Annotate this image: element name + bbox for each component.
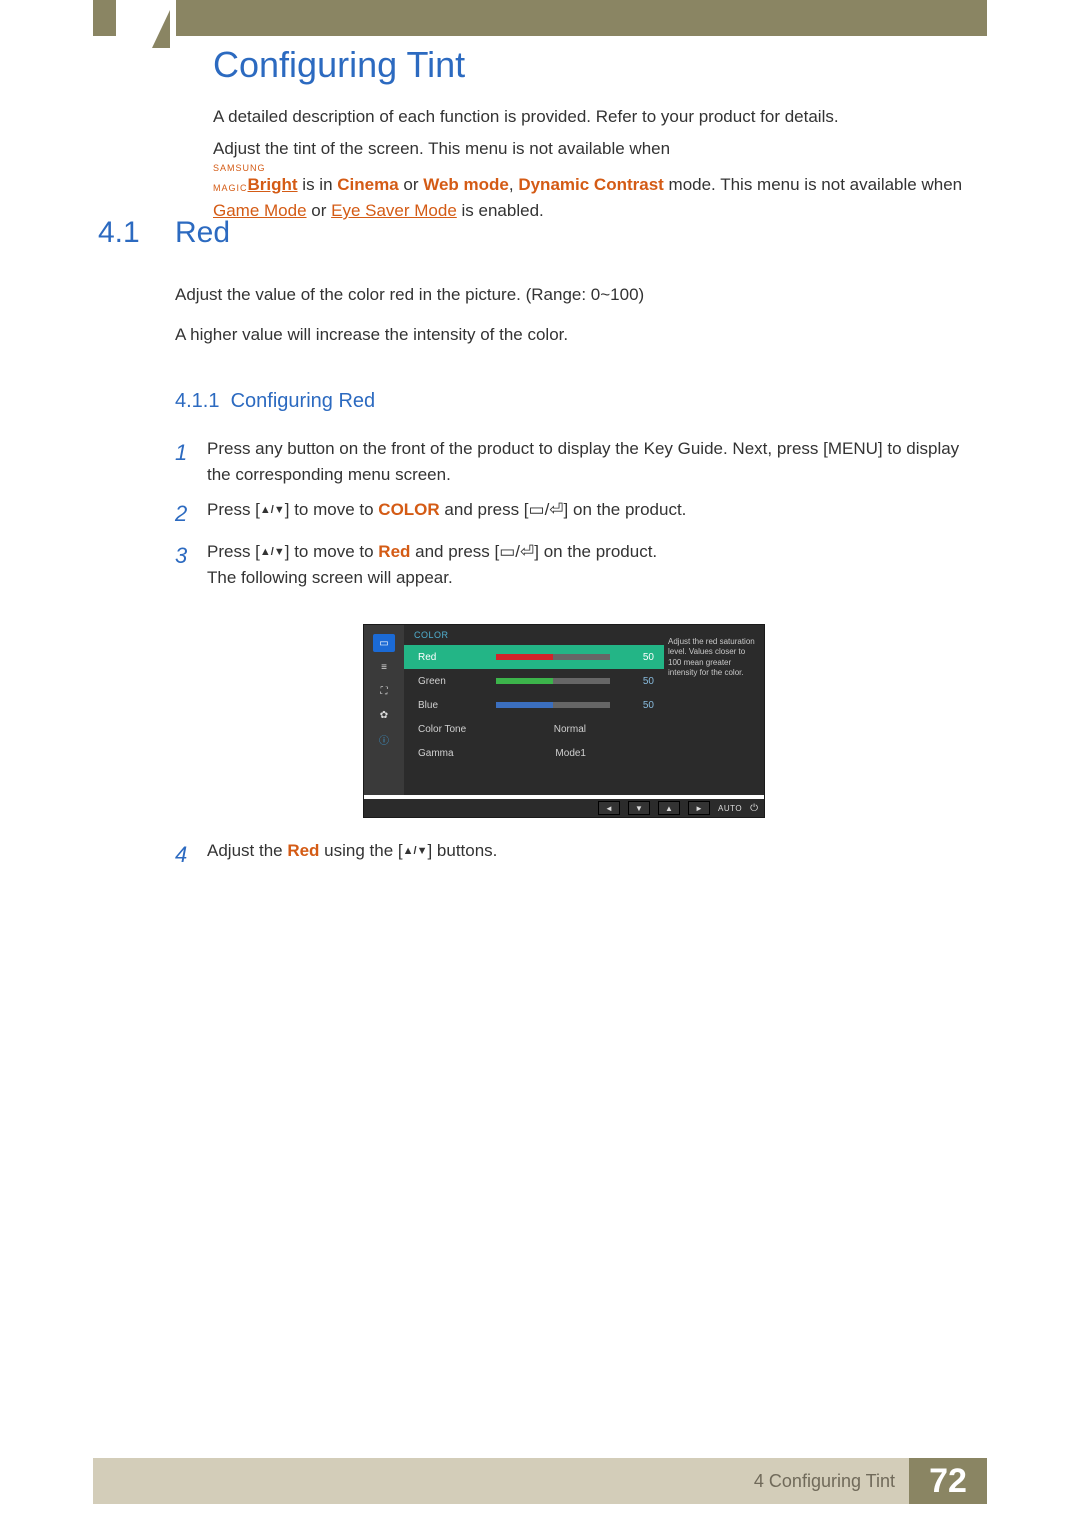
chapter-tab bbox=[116, 0, 176, 48]
step-3: 3 Press [▲/▼] to move to Red and press [… bbox=[175, 539, 977, 592]
section-title: Red bbox=[175, 216, 230, 250]
intro-text: Adjust the tint of the screen. This menu… bbox=[213, 139, 670, 158]
osd-icon-picture[interactable]: ▭ bbox=[373, 634, 395, 652]
osd-category-icons: ▭ ≡ ⛶ ✿ ⓘ bbox=[364, 625, 404, 795]
step-number: 3 bbox=[175, 539, 207, 592]
footer: 4 Configuring Tint 72 bbox=[93, 1458, 987, 1504]
osd-row-value: 50 bbox=[620, 700, 654, 711]
intro-text: or bbox=[399, 175, 424, 194]
intro-text: or bbox=[307, 201, 332, 220]
osd-row-value: 50 bbox=[620, 676, 654, 687]
intro-block: A detailed description of each function … bbox=[213, 104, 977, 224]
osd-row-label: Green bbox=[418, 676, 496, 687]
osd-description: Adjust the red saturation level. Values … bbox=[664, 625, 764, 795]
step-text: and press [ bbox=[410, 542, 499, 561]
osd-row-value: 50 bbox=[620, 652, 654, 663]
osd-icon-settings[interactable]: ✿ bbox=[373, 706, 395, 724]
osd-auto-button[interactable]: AUTO bbox=[718, 804, 742, 813]
eye-saver-link[interactable]: Eye Saver Mode bbox=[331, 201, 457, 220]
osd-right-button[interactable]: ► bbox=[688, 801, 710, 815]
step-number: 4 bbox=[175, 838, 207, 872]
chapter-title: Configuring Tint bbox=[213, 44, 465, 86]
menu-key: MENU bbox=[828, 439, 878, 458]
step-2: 2 Press [▲/▼] to move to COLOR and press… bbox=[175, 497, 977, 531]
dynamic-contrast-label: Dynamic Contrast bbox=[518, 175, 663, 194]
osd-icon-info[interactable]: ⓘ bbox=[373, 730, 395, 748]
section-body-2: A higher value will increase the intensi… bbox=[175, 322, 977, 348]
osd-row-gamma[interactable]: Gamma Mode1 bbox=[404, 741, 664, 765]
osd-power-icon[interactable]: ⏻ bbox=[750, 803, 758, 814]
osd-up-button[interactable]: ▲ bbox=[658, 801, 680, 815]
osd-icon-size[interactable]: ⛶ bbox=[373, 682, 395, 700]
up-down-icon: ▲/▼ bbox=[403, 843, 428, 860]
confirm-icon: ▭/⏎ bbox=[529, 500, 564, 519]
nav-target: Red bbox=[287, 841, 319, 860]
osd-panel: ▭ ≡ ⛶ ✿ ⓘ COLOR Red 50 Green bbox=[363, 624, 765, 818]
step-number: 1 bbox=[175, 436, 207, 489]
osd-row-color-tone[interactable]: Color Tone Normal bbox=[404, 717, 664, 741]
osd-down-button[interactable]: ▼ bbox=[628, 801, 650, 815]
bright-link[interactable]: Bright bbox=[248, 172, 298, 198]
step-text: using the [ bbox=[319, 841, 402, 860]
up-down-icon: ▲/▼ bbox=[260, 544, 285, 561]
section-body-1: Adjust the value of the color red in the… bbox=[175, 282, 977, 308]
osd-controls: ◄ ▼ ▲ ► AUTO ⏻ bbox=[364, 795, 764, 817]
step-4: 4 Adjust the Red using the [▲/▼] buttons… bbox=[175, 838, 977, 872]
intro-text: is in bbox=[298, 175, 338, 194]
osd-row-green[interactable]: Green 50 bbox=[404, 669, 664, 693]
up-down-icon: ▲/▼ bbox=[260, 502, 285, 519]
step-text: ] buttons. bbox=[427, 841, 497, 860]
osd-row-label: Red bbox=[418, 652, 496, 663]
step-text: ] on the product. bbox=[564, 500, 687, 519]
step-1: 1 Press any button on the front of the p… bbox=[175, 436, 977, 489]
web-mode-label: Web mode bbox=[423, 175, 509, 194]
cinema-label: Cinema bbox=[337, 175, 398, 194]
intro-text: , bbox=[509, 175, 518, 194]
osd-row-textvalue: Mode1 bbox=[496, 748, 586, 759]
steps-block: 1 Press any button on the front of the p… bbox=[175, 436, 977, 599]
nav-target: COLOR bbox=[378, 500, 439, 519]
osd-row-label: Color Tone bbox=[418, 724, 496, 735]
intro-text: is enabled. bbox=[457, 201, 544, 220]
step-text: ] to move to bbox=[285, 542, 379, 561]
confirm-icon: ▭/⏎ bbox=[499, 542, 534, 561]
step-text: Press [ bbox=[207, 542, 260, 561]
osd-row-label: Blue bbox=[418, 700, 496, 711]
step-text: Adjust the bbox=[207, 841, 287, 860]
section-number: 4.1 bbox=[98, 216, 140, 250]
nav-target: Red bbox=[378, 542, 410, 561]
step-number: 2 bbox=[175, 497, 207, 531]
intro-line1: A detailed description of each function … bbox=[213, 104, 977, 130]
step-text: Press [ bbox=[207, 500, 260, 519]
osd-left-button[interactable]: ◄ bbox=[598, 801, 620, 815]
header-band bbox=[93, 0, 987, 36]
footer-chapter-ref: 4 Configuring Tint bbox=[754, 1471, 895, 1492]
osd-row-textvalue: Normal bbox=[496, 724, 586, 735]
step-tail: The following screen will appear. bbox=[207, 565, 977, 591]
step-text: ] to move to bbox=[285, 500, 379, 519]
step-text: and press [ bbox=[440, 500, 529, 519]
osd-header: COLOR bbox=[404, 625, 664, 645]
page-number: 72 bbox=[909, 1458, 987, 1504]
osd-row-label: Gamma bbox=[418, 748, 496, 759]
subsection-heading: 4.1.1 Configuring Red bbox=[175, 390, 375, 413]
step-text: Press any button on the front of the pro… bbox=[207, 439, 828, 458]
step-text: ] on the product. bbox=[534, 542, 657, 561]
osd-row-blue[interactable]: Blue 50 bbox=[404, 693, 664, 717]
osd-icon-list[interactable]: ≡ bbox=[373, 658, 395, 676]
intro-text: mode. This menu is not available when bbox=[664, 175, 962, 194]
osd-row-red[interactable]: Red 50 bbox=[404, 645, 664, 669]
